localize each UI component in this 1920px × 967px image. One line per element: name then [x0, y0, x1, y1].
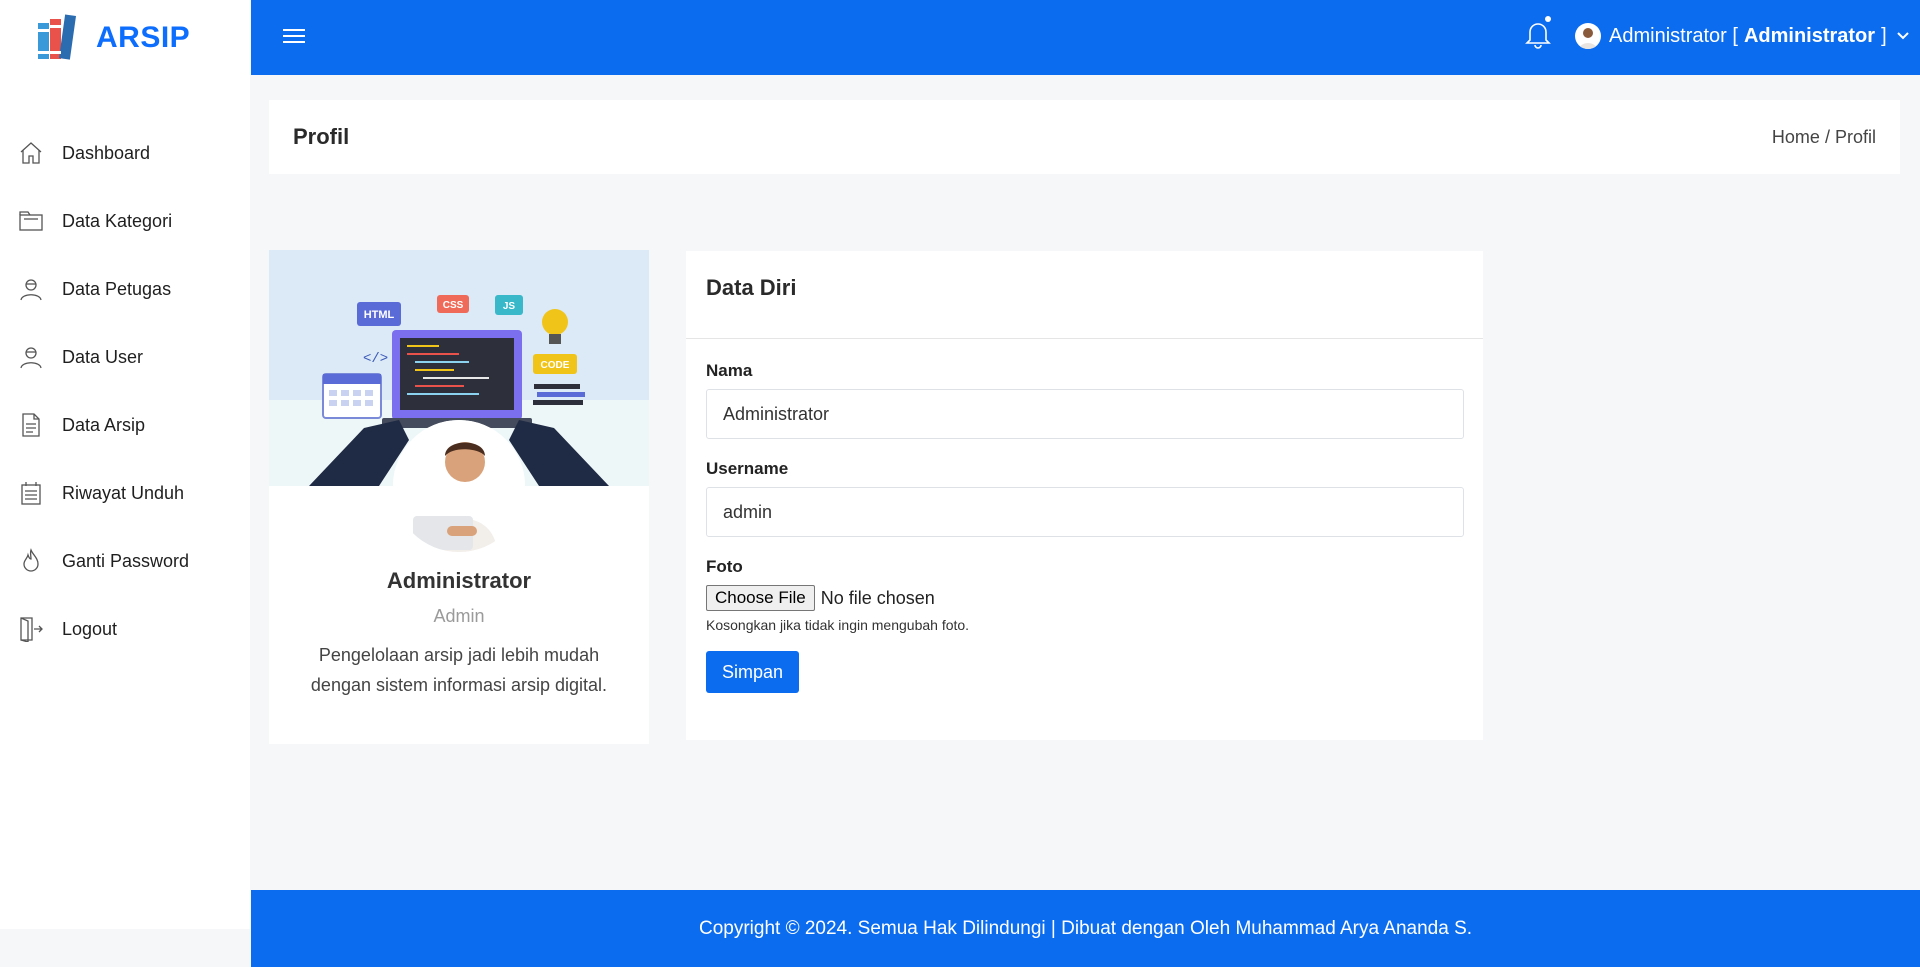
profile-role: Admin — [433, 606, 485, 626]
css-tag-label: CSS — [443, 300, 464, 311]
profile-name: Administrator — [386, 568, 532, 593]
user-icon — [18, 276, 44, 302]
choose-file-button[interactable]: Choose File — [706, 585, 815, 611]
brand[interactable]: ARSIP — [0, 0, 250, 75]
topbar: Administrator [ Administrator ] — [251, 0, 1920, 75]
photo-file-input: Choose File No file chosen — [706, 585, 1463, 611]
username-input[interactable] — [706, 487, 1464, 537]
sidebar-item-riwayat-unduh[interactable]: Riwayat Unduh — [0, 459, 250, 527]
breadcrumb-home-link[interactable]: Home — [1772, 127, 1820, 147]
sidebar-item-data-arsip[interactable]: Data Arsip — [0, 391, 250, 459]
html-tag-label: HTML — [364, 309, 395, 321]
user-role: Administrator — [1743, 24, 1876, 47]
sidebar-item-label: Dashboard — [62, 142, 151, 163]
photo-help-text: Kosongkan jika tidak ingin mengubah foto… — [706, 617, 970, 633]
card-title: Data Diri — [706, 275, 797, 300]
user-role-bracket: ] — [1881, 24, 1887, 47]
menu-toggle-icon[interactable] — [283, 25, 307, 47]
breadcrumb-separator: / — [1824, 126, 1830, 147]
sidebar-item-label: Logout — [62, 618, 118, 639]
sidebar-item-data-kategori[interactable]: Data Kategori — [0, 187, 250, 255]
sidebar-item-label: Data Kategori — [62, 210, 173, 231]
avatar — [1575, 23, 1601, 49]
user-name: Administrator [ — [1609, 24, 1738, 47]
profile-description: Pengelolaan arsip jadi lebih mudah denga… — [310, 645, 608, 695]
sidebar-item-logout[interactable]: Logout — [0, 595, 250, 663]
notification-dot — [1545, 16, 1551, 22]
profile-avatar — [393, 420, 525, 552]
books-logo-icon — [38, 14, 77, 60]
file-status-text: No file chosen — [820, 587, 935, 608]
sidebar-item-label: Ganti Password — [62, 550, 190, 571]
user-menu[interactable]: Administrator [ Administrator ] — [1575, 20, 1911, 52]
sidebar-item-data-petugas[interactable]: Data Petugas — [0, 255, 250, 323]
save-button[interactable]: Simpan — [706, 651, 800, 693]
breadcrumb: Home / Profil — [1772, 127, 1876, 148]
profile-card: HTML CSS JS CODE </> Administrator Admin… — [269, 250, 649, 744]
sidebar-item-label: Riwayat Unduh — [62, 482, 185, 503]
svg-text:</>: </> — [363, 351, 388, 367]
logout-icon — [18, 616, 44, 642]
page-title: Profil — [293, 124, 350, 149]
card-header: Data Diri — [686, 251, 1483, 339]
sidebar-item-label: Data User — [62, 346, 144, 367]
name-input[interactable] — [706, 389, 1464, 439]
copyright-text: Copyright © 2024. Semua Hak Dilindungi |… — [698, 917, 1473, 939]
user-icon — [18, 344, 44, 370]
sidebar-item-dashboard[interactable]: Dashboard — [0, 119, 250, 187]
js-tag-label: JS — [503, 301, 516, 312]
breadcrumb-current: Profil — [1834, 126, 1876, 147]
sidebar-nav: Dashboard Data Kategori Data Petugas Dat… — [0, 119, 250, 663]
sidebar-item-label: Data Arsip — [62, 414, 146, 435]
sidebar-item-label: Data Petugas — [62, 278, 172, 299]
photo-label: Foto — [706, 557, 743, 576]
sidebar-item-ganti-password[interactable]: Ganti Password — [0, 527, 250, 595]
chevron-down-icon — [1896, 32, 1909, 40]
flame-icon — [18, 548, 44, 574]
home-icon — [18, 140, 44, 166]
code-tag-label: CODE — [541, 360, 570, 371]
document-icon — [18, 412, 44, 438]
page-header: Profil Home / Profil — [269, 100, 1900, 174]
notification-bell-icon[interactable] — [1523, 16, 1553, 50]
folder-icon — [18, 208, 44, 234]
sidebar: ARSIP Dashboard Data Kategori Data Petug… — [0, 0, 250, 929]
profile-form: Nama Username Foto Choose File No file c… — [686, 339, 1483, 715]
history-icon — [18, 480, 44, 506]
name-label: Nama — [706, 361, 753, 380]
brand-name: ARSIP — [96, 20, 191, 54]
personal-data-card: Data Diri Nama Username Foto Choose File… — [686, 251, 1483, 740]
footer: Copyright © 2024. Semua Hak Dilindungi |… — [251, 890, 1920, 967]
username-label: Username — [706, 459, 789, 478]
sidebar-item-data-user[interactable]: Data User — [0, 323, 250, 391]
